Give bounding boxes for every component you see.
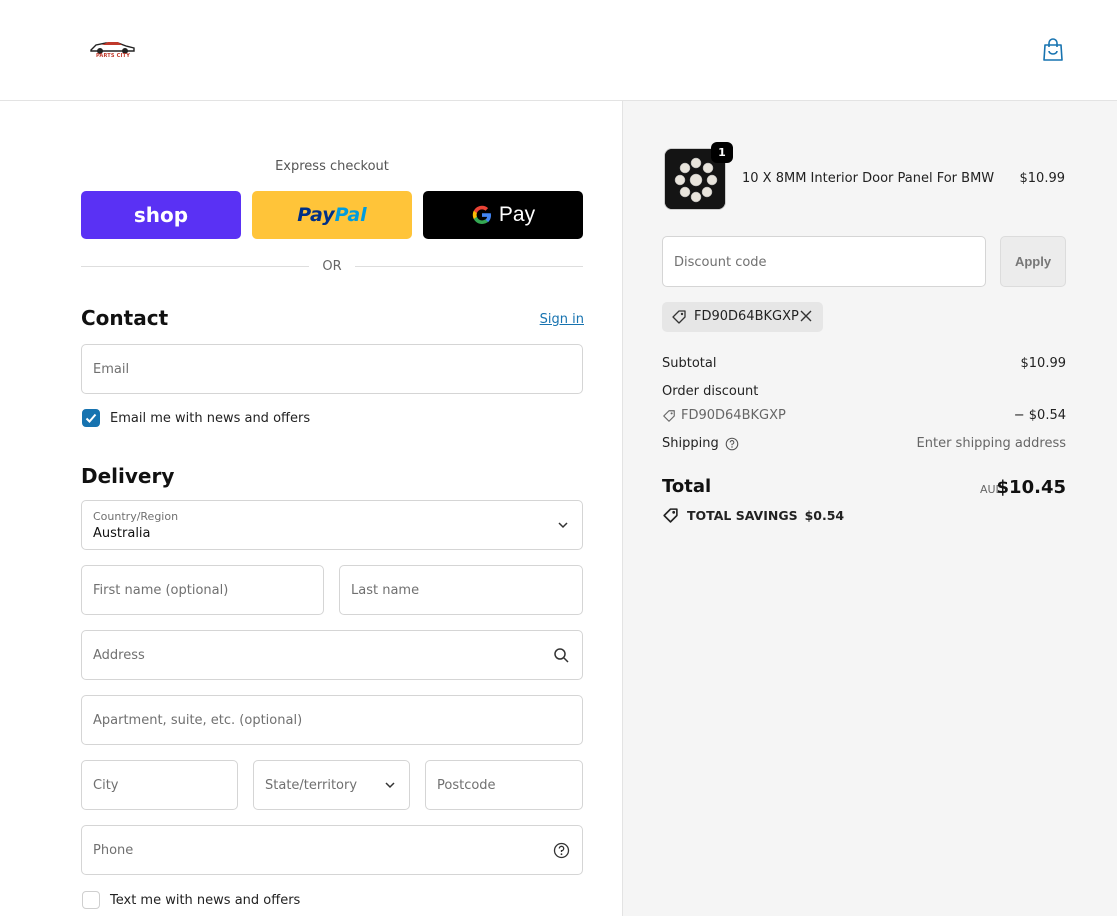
phone-field[interactable]: Phone — [81, 825, 583, 875]
shop-pay-label: shop — [133, 203, 189, 227]
help-circle-icon[interactable] — [725, 437, 739, 451]
postcode-field[interactable]: Postcode — [425, 760, 583, 810]
delivery-heading: Delivery — [81, 464, 175, 488]
shipping-value: Enter shipping address — [916, 436, 1066, 451]
express-checkout-label: Express checkout — [275, 159, 389, 174]
subtotal-row: Subtotal $10.99 — [662, 356, 1066, 371]
country-select[interactable]: Country/Region Australia — [81, 500, 583, 550]
product-price: $10.99 — [1019, 171, 1066, 186]
or-divider-text: OR — [322, 259, 342, 274]
email-field[interactable]: Email — [81, 344, 583, 394]
last-name-placeholder: Last name — [351, 583, 420, 598]
text-news-label: Text me with news and offers — [110, 893, 301, 908]
paypal-label: PayPal — [297, 204, 367, 226]
subtotal-value: $10.99 — [1020, 356, 1067, 371]
address-field[interactable]: Address — [81, 630, 583, 680]
discount-placeholder: Discount code — [674, 255, 767, 270]
subtotal-label: Subtotal — [662, 356, 717, 371]
state-select[interactable]: State/territory — [253, 760, 410, 810]
search-icon — [554, 648, 569, 663]
country-label: Country/Region — [93, 510, 179, 523]
help-circle-icon[interactable] — [553, 842, 570, 859]
order-summary: 1 10 X 8MM Interior Door Panel For BMW $… — [622, 101, 1117, 916]
divider-left — [81, 266, 309, 267]
paypal-button[interactable]: PayPal — [252, 191, 412, 239]
apartment-placeholder: Apartment, suite, etc. (optional) — [93, 713, 303, 728]
store-logo[interactable]: PARTS CITY — [88, 38, 138, 64]
logo-text: PARTS CITY — [96, 53, 131, 59]
shipping-row: Shipping Enter shipping address — [662, 436, 1066, 451]
shop-pay-button[interactable]: shop — [81, 191, 241, 239]
total-value: $10.45 — [996, 477, 1066, 498]
country-value: Australia — [93, 526, 151, 541]
shopping-bag-icon[interactable] — [1041, 37, 1065, 63]
last-name-field[interactable]: Last name — [339, 565, 583, 615]
header: PARTS CITY — [0, 0, 1117, 101]
google-g-icon — [472, 205, 491, 224]
discount-amount: − $0.54 — [1013, 408, 1066, 423]
email-placeholder: Email — [93, 362, 130, 377]
applied-code-text: FD90D64BKGXP — [694, 309, 799, 324]
chevron-down-icon — [385, 782, 395, 789]
applied-discount-chip: FD90D64BKGXP — [662, 302, 823, 332]
checkmark-icon — [85, 413, 97, 423]
tag-icon — [663, 409, 675, 422]
order-discount-row: Order discount — [662, 384, 1066, 399]
first-name-field[interactable]: First name (optional) — [81, 565, 324, 615]
tag-icon — [672, 310, 686, 324]
checkout-form: Express checkout shop PayPal Pay OR Cont… — [0, 101, 622, 916]
google-pay-button[interactable]: Pay — [423, 191, 583, 239]
discount-code-field[interactable]: Discount code — [662, 236, 986, 287]
discount-code-line: FD90D64BKGXP — [662, 408, 1066, 423]
quantity-badge: 1 — [711, 142, 733, 163]
state-placeholder: State/territory — [265, 778, 358, 793]
divider-right — [355, 266, 583, 267]
product-name: 10 X 8MM Interior Door Panel For BMW — [742, 171, 995, 186]
contact-heading: Contact — [81, 306, 169, 330]
first-name-placeholder: First name (optional) — [93, 583, 229, 598]
shipping-label: Shipping — [662, 436, 719, 451]
savings-value: $0.54 — [804, 508, 845, 523]
apartment-field[interactable]: Apartment, suite, etc. (optional) — [81, 695, 583, 745]
email-news-checkbox[interactable] — [82, 409, 100, 427]
total-label: Total — [662, 476, 712, 497]
discount-code-row: FD90D64BKGXP − $0.54 — [662, 408, 1066, 423]
google-pay-label: Pay — [498, 203, 536, 226]
total-row: Total AUD $10.45 — [662, 476, 1066, 498]
city-field[interactable]: City — [81, 760, 238, 810]
email-news-label: Email me with news and offers — [110, 411, 311, 426]
order-discount-label: Order discount — [662, 384, 759, 399]
close-icon[interactable] — [799, 309, 813, 323]
apply-discount-button[interactable]: Apply — [1000, 236, 1066, 287]
discount-code-text: FD90D64BKGXP — [681, 408, 786, 423]
tag-icon — [663, 508, 678, 523]
city-placeholder: City — [93, 778, 119, 793]
phone-placeholder: Phone — [93, 843, 134, 858]
address-placeholder: Address — [93, 648, 145, 663]
savings-label: TOTAL SAVINGS — [687, 508, 798, 523]
chevron-down-icon — [558, 522, 568, 529]
text-news-checkbox[interactable] — [82, 891, 100, 909]
sign-in-link[interactable]: Sign in — [520, 312, 584, 327]
total-savings: TOTAL SAVINGS $0.54 — [662, 507, 844, 524]
postcode-placeholder: Postcode — [437, 778, 496, 793]
